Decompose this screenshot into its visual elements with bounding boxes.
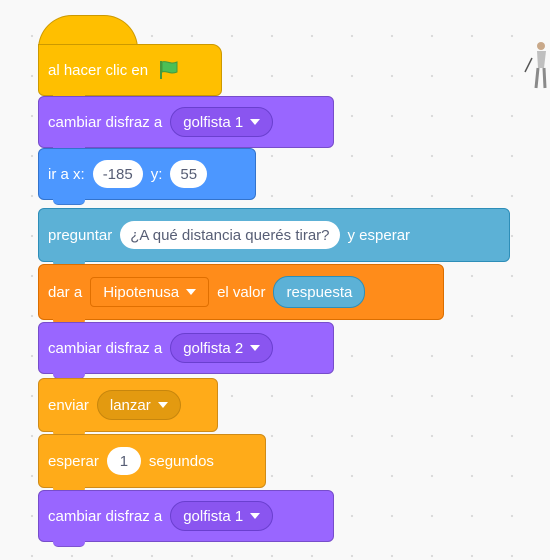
block-label: preguntar	[48, 226, 113, 244]
block-label: cambiar disfraz a	[48, 339, 163, 357]
golfer-sprite-icon	[524, 42, 547, 89]
block-label: enviar	[48, 396, 89, 414]
y-input[interactable]: 55	[170, 160, 208, 188]
question-input[interactable]: ¿A qué distancia querés tirar?	[120, 221, 340, 249]
costume-value: golfista 1	[183, 507, 244, 525]
block-label: ir a x:	[48, 165, 85, 183]
costume-dropdown[interactable]: golfista 1	[170, 107, 274, 137]
set-variable-block[interactable]: dar a Hipotenusa el valor respuesta	[38, 264, 444, 325]
block-label: dar a	[48, 283, 83, 301]
costume-value: golfista 1	[183, 113, 244, 131]
green-flag-icon	[160, 61, 178, 79]
go-to-xy-block[interactable]: ir a x: -185 y: 55	[38, 148, 256, 205]
variable-value: Hipotenusa	[103, 283, 180, 301]
when-flag-clicked-block[interactable]: al hacer clic en	[38, 44, 222, 101]
wait-seconds-block[interactable]: esperar 1 segundos	[38, 434, 266, 493]
block-label: cambiar disfraz a	[48, 507, 163, 525]
costume-dropdown[interactable]: golfista 2	[170, 333, 274, 363]
block-label: al hacer clic en	[48, 61, 149, 79]
chevron-down-icon	[250, 345, 261, 351]
switch-costume-block[interactable]: cambiar disfraz a golfista 2	[38, 322, 334, 379]
switch-costume-block[interactable]: cambiar disfraz a golfista 1	[38, 96, 334, 153]
ask-and-wait-block[interactable]: preguntar ¿A qué distancia querés tirar?…	[38, 208, 510, 267]
costume-value: golfista 2	[183, 339, 244, 357]
chevron-down-icon	[157, 402, 168, 408]
block-label: cambiar disfraz a	[48, 113, 163, 131]
block-label: esperar	[48, 452, 99, 470]
y-label: y:	[150, 165, 163, 183]
chevron-down-icon	[250, 119, 261, 125]
costume-dropdown[interactable]: golfista 1	[170, 501, 274, 531]
block-label-suffix: segundos	[148, 452, 214, 470]
chevron-down-icon	[186, 289, 197, 295]
switch-costume-block[interactable]: cambiar disfraz a golfista 1	[38, 490, 334, 547]
broadcast-block[interactable]: enviar lanzar	[38, 378, 218, 437]
block-label-middle: el valor	[217, 283, 266, 301]
seconds-input[interactable]: 1	[106, 447, 141, 475]
answer-reporter[interactable]: respuesta	[273, 276, 366, 308]
chevron-down-icon	[250, 513, 261, 519]
block-label-suffix: y esperar	[347, 226, 411, 244]
variable-dropdown[interactable]: Hipotenusa	[90, 277, 210, 307]
x-input[interactable]: -185	[92, 160, 143, 188]
message-dropdown[interactable]: lanzar	[96, 390, 181, 420]
message-value: lanzar	[109, 396, 151, 414]
